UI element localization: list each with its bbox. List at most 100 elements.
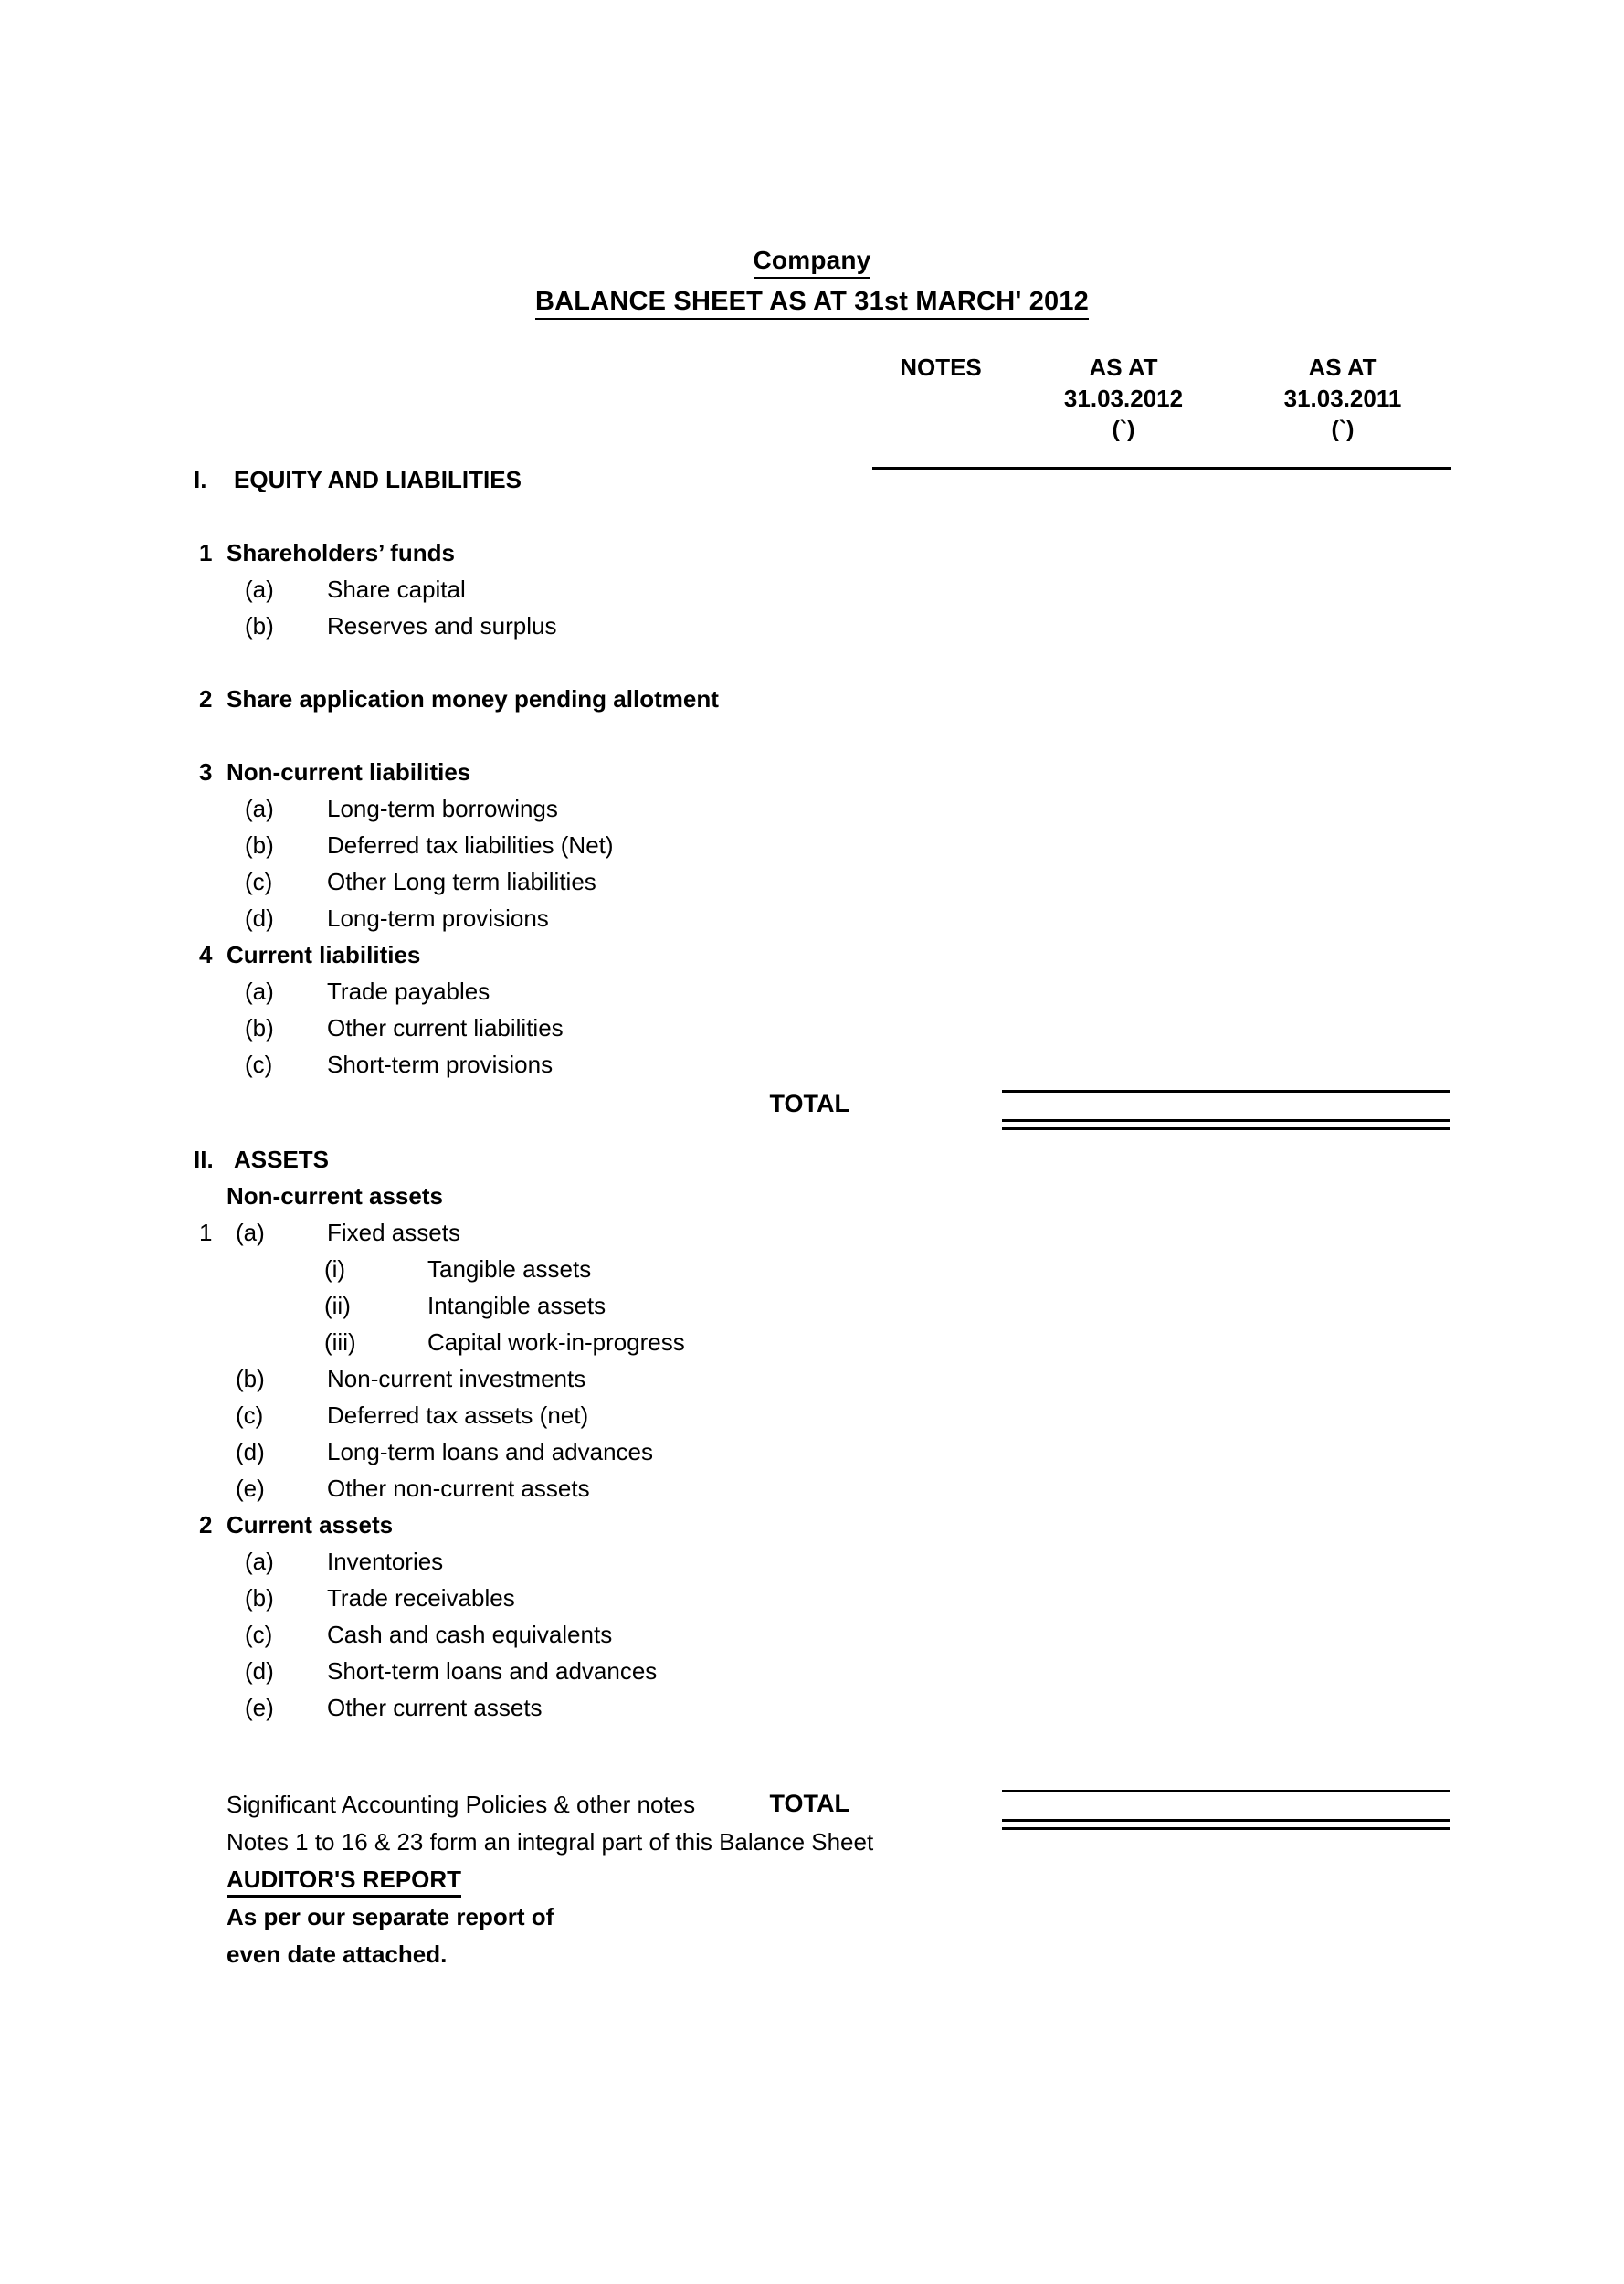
column-header-prior-period: AS AT 31.03.2011 (`)	[1238, 352, 1448, 445]
balance-sheet-page: Company BALANCE SHEET AS AT 31st MARCH' …	[0, 0, 1624, 2284]
total-rule-top	[1002, 1090, 1450, 1093]
item-marker: (d)	[245, 904, 274, 932]
sub-line-item: (i) Tangible assets	[0, 1251, 1624, 1287]
sub-line-item: (ii) Intangible assets	[0, 1287, 1624, 1324]
footer-notes-block: Significant Accounting Policies & other …	[227, 1786, 873, 1973]
item-marker: (a)	[245, 576, 274, 603]
group-current-liabilities-heading: 4 Current liabilities	[0, 936, 1624, 973]
total-rule-bottom-double	[1002, 1119, 1450, 1130]
line-item: (d) Long-term loans and advances	[0, 1433, 1624, 1470]
current-period-currency: (`)	[1112, 417, 1135, 442]
line-item: (b) Non-current investments	[0, 1360, 1624, 1397]
line-item: (c) Deferred tax assets (net)	[0, 1397, 1624, 1433]
section-numeral-i: I.	[194, 466, 207, 493]
item-marker: (a)	[245, 978, 274, 1005]
auditors-report-heading-wrap: AUDITOR'S REPORT	[227, 1861, 873, 1898]
group-current-assets-heading: 2 Current assets	[0, 1507, 1624, 1543]
item-marker: (a)	[245, 1548, 274, 1575]
item-label: Other Long term liabilities	[327, 868, 596, 895]
group-title-non-current-liabilities: Non-current liabilities	[227, 758, 471, 786]
line-item-fixed-assets: 1 (a) Fixed assets	[0, 1214, 1624, 1251]
group-title-current-liabilities: Current liabilities	[227, 941, 421, 968]
group-number-2-assets: 2	[199, 1511, 213, 1539]
item-marker: (d)	[236, 1438, 265, 1465]
item-marker: (c)	[245, 868, 273, 895]
auditors-report-heading: AUDITOR'S REPORT	[227, 1864, 462, 1898]
item-marker: (a)	[236, 1219, 265, 1246]
subitem-marker: (ii)	[324, 1292, 351, 1319]
item-marker: (e)	[245, 1694, 274, 1721]
item-marker: (c)	[245, 1621, 273, 1648]
item-label: Inventories	[327, 1548, 444, 1575]
line-item: (c) Cash and cash equivalents	[0, 1616, 1624, 1653]
group-non-current-liabilities-heading: 3 Non-current liabilities	[0, 754, 1624, 790]
total-label: TOTAL	[769, 1090, 850, 1117]
item-marker: (a)	[245, 795, 274, 822]
section-assets-heading: II. ASSETS	[0, 1141, 1624, 1178]
line-item: (d) Long-term provisions	[0, 900, 1624, 936]
balance-sheet-title-line: BALANCE SHEET AS AT 31st MARCH' 2012	[0, 286, 1624, 320]
item-marker: (e)	[236, 1475, 265, 1502]
item-label: Long-term provisions	[327, 904, 549, 932]
line-item: (b) Trade receivables	[0, 1580, 1624, 1616]
item-marker: (b)	[245, 831, 274, 859]
page-title: BALANCE SHEET AS AT 31st MARCH' 2012	[534, 286, 1090, 320]
notes-header-label: NOTES	[900, 354, 982, 381]
total-rule-bottom-double	[1002, 1819, 1450, 1830]
subitem-marker: (i)	[324, 1255, 346, 1283]
item-label: Reserves and surplus	[327, 612, 557, 640]
group-number-1-assets: 1	[199, 1219, 213, 1246]
item-label: Deferred tax liabilities (Net)	[327, 831, 614, 859]
item-label: Fixed assets	[327, 1219, 460, 1246]
line-item: (a) Inventories	[0, 1543, 1624, 1580]
statement-body: I. EQUITY AND LIABILITIES 1 Shareholders…	[0, 461, 1624, 1830]
total-row-equity-and-liabilities: TOTAL	[0, 1083, 1624, 1130]
item-marker: (d)	[245, 1657, 274, 1685]
group-number-3: 3	[199, 758, 213, 786]
item-marker: (b)	[245, 1014, 274, 1042]
item-label: Non-current investments	[327, 1365, 586, 1392]
column-headers: NOTES AS AT 31.03.2012 (`) AS AT 31.03.2…	[872, 352, 1453, 471]
group-shareholders-funds-heading: 1 Shareholders’ funds	[0, 534, 1624, 571]
item-marker: (b)	[236, 1365, 265, 1392]
line-item: (d) Short-term loans and advances	[0, 1653, 1624, 1689]
item-label: Trade payables	[327, 978, 490, 1005]
section-equity-and-liabilities-heading: I. EQUITY AND LIABILITIES	[0, 461, 1624, 498]
group-number-1: 1	[199, 539, 213, 566]
item-marker: (b)	[245, 612, 274, 640]
line-item: (b) Reserves and surplus	[0, 608, 1624, 644]
company-name: Company	[753, 245, 871, 279]
subitem-label: Capital work-in-progress	[427, 1328, 685, 1356]
subitem-label: Tangible assets	[427, 1255, 592, 1283]
line-item: (e) Other non-current assets	[0, 1470, 1624, 1507]
total-rule-top	[1002, 1790, 1450, 1792]
section-title-assets: ASSETS	[234, 1146, 330, 1173]
item-label: Short-term provisions	[327, 1051, 554, 1078]
document-title-block: Company BALANCE SHEET AS AT 31st MARCH' …	[0, 245, 1624, 320]
line-item: (a) Share capital	[0, 571, 1624, 608]
section-numeral-ii: II.	[194, 1146, 214, 1173]
section-title-equity-and-liabilities: EQUITY AND LIABILITIES	[234, 466, 522, 493]
line-item: (c) Short-term provisions	[0, 1046, 1624, 1083]
subsection-title-non-current-assets: Non-current assets	[227, 1182, 443, 1210]
group-share-application-money-heading: 2 Share application money pending allotm…	[0, 681, 1624, 717]
integral-notes-line: Notes 1 to 16 & 23 form an integral part…	[227, 1828, 874, 1856]
company-name-line: Company	[0, 245, 1624, 279]
current-period-date: 31.03.2012	[1063, 385, 1184, 412]
group-number-4: 4	[199, 941, 213, 968]
line-item: (b) Other current liabilities	[0, 1010, 1624, 1046]
item-marker: (c)	[245, 1051, 273, 1078]
prior-period-date: 31.03.2011	[1283, 385, 1402, 412]
subitem-marker: (iii)	[324, 1328, 356, 1356]
group-number-2: 2	[199, 685, 213, 713]
line-item: (c) Other Long term liabilities	[0, 863, 1624, 900]
column-header-notes: NOTES	[863, 352, 1018, 383]
group-title-shareholders-funds: Shareholders’ funds	[227, 539, 455, 566]
item-label: Other current assets	[327, 1694, 543, 1721]
subitem-label: Intangible assets	[427, 1292, 606, 1319]
auditors-report-line-2: even date attached.	[227, 1940, 448, 1968]
line-item: (a) Long-term borrowings	[0, 790, 1624, 827]
item-label: Short-term loans and advances	[327, 1657, 658, 1685]
accounting-policies-line: Significant Accounting Policies & other …	[227, 1791, 696, 1818]
as-at-label-current: AS AT	[1089, 354, 1158, 381]
